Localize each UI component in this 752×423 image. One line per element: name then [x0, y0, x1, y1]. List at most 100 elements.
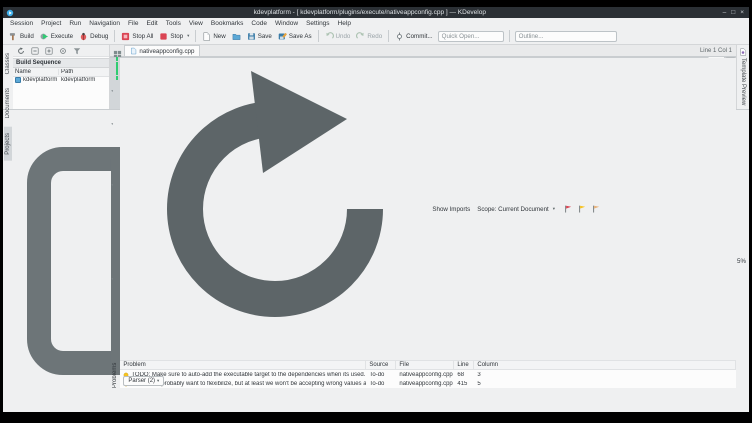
open-button[interactable] — [229, 31, 244, 42]
problem-row[interactable]: TODO: Make sure to auto-add the executab… — [120, 370, 736, 379]
problem-text: TODO: we probably want to flexibilize, b… — [131, 380, 367, 387]
save-icon — [247, 32, 256, 41]
expand-all-button[interactable] — [43, 46, 55, 56]
menu-tools[interactable]: Tools — [162, 20, 185, 27]
menu-settings[interactable]: Settings — [302, 20, 334, 27]
tab-label: nativeappconfig.cpp — [139, 47, 195, 55]
save-as-icon — [278, 32, 287, 41]
warning-flag-icon — [578, 205, 586, 213]
warnings-filter-button[interactable] — [576, 204, 588, 214]
redo-button[interactable]: Redo — [353, 31, 385, 42]
execute-button[interactable]: Execute — [37, 31, 76, 42]
problems-toolbar: Show Imports Scope: Current Document ▾ — [120, 58, 736, 361]
tab-nativeappconfig-cpp[interactable]: nativeappconfig.cpp — [124, 45, 201, 56]
scope-dropdown[interactable]: Scope: Current Document ▾ — [475, 205, 557, 214]
parser-dropdown-label: Parser (2) — [128, 378, 156, 384]
left-dock-strip: Classes Documents Projects — [3, 45, 13, 161]
column-header-file[interactable]: File — [396, 361, 455, 369]
commit-button[interactable]: Commit... — [392, 31, 435, 42]
locate-document-icon — [59, 47, 67, 55]
problem-column: 3 — [477, 371, 481, 378]
hints-filter-button[interactable] — [590, 204, 602, 214]
window-title: kdevplatform - [ kdevplatform/plugins/ex… — [253, 9, 486, 16]
parse-progress-label: 5% — [737, 257, 746, 265]
locate-document-button[interactable] — [57, 46, 69, 56]
dock-tab-classes[interactable]: Classes — [4, 47, 12, 80]
severity-filters — [562, 204, 602, 214]
quick-open-field[interactable]: Quick Open... — [437, 30, 504, 42]
menu-navigation[interactable]: Navigation — [85, 20, 124, 27]
column-header-line[interactable]: Line — [454, 361, 475, 369]
save-as-button[interactable]: Save As — [275, 31, 315, 42]
collapse-all-button[interactable] — [29, 46, 41, 56]
problems-panel: Problems Show Imports Scope: Current Doc… — [110, 57, 736, 388]
problem-line: 415 — [457, 380, 468, 387]
dock-tab-projects[interactable]: Projects — [4, 126, 12, 161]
modified-line-marker — [116, 57, 118, 62]
reload-button[interactable] — [15, 46, 27, 56]
outline-field[interactable]: Outline... — [514, 30, 617, 42]
error-flag-icon — [564, 205, 572, 213]
close-button[interactable]: × — [740, 9, 744, 16]
build-seq-column-path[interactable]: Path — [59, 69, 109, 75]
problem-file: nativeappconfig.cpp — [399, 380, 453, 387]
stop-icon — [159, 32, 168, 41]
doc-switcher-icon[interactable] — [113, 46, 122, 59]
menu-window[interactable]: Window — [271, 20, 302, 27]
right-dock-strip: Template PreviewDocumentation — [736, 45, 749, 162]
problems-table-header: Problem Source File Line Column — [120, 361, 736, 370]
titlebar: kdevplatform - [ kdevplatform/plugins/ex… — [3, 7, 749, 18]
column-header-column[interactable]: Column — [474, 361, 736, 369]
kdevelop-window: kdevplatform - [ kdevplatform/plugins/ex… — [3, 7, 749, 412]
menu-bookmarks[interactable]: Bookmarks — [207, 20, 248, 27]
run-icon — [40, 32, 49, 41]
show-imports-toggle[interactable]: Show Imports — [430, 205, 472, 214]
errors-filter-button[interactable] — [562, 204, 574, 214]
toolbar-separator — [114, 30, 116, 42]
projects-toolbar — [13, 45, 110, 57]
toolbar-separator — [195, 30, 197, 42]
build-sequence-header: Build Sequence — [13, 58, 110, 68]
problem-line: 68 — [457, 371, 465, 378]
main-content: Classes Documents Projects ▸bazaar▸classbr… — [3, 45, 749, 388]
problem-row[interactable]: TODO: we probably want to flexibilize, b… — [120, 379, 736, 388]
toolbar-separator — [317, 30, 319, 42]
problems-rows: TODO: Make sure to auto-add the executab… — [120, 370, 736, 388]
new-file-icon — [202, 31, 211, 41]
undo-button[interactable]: Undo — [322, 31, 354, 42]
debug-button[interactable]: Debug — [76, 31, 111, 42]
expand-all-icon — [45, 46, 53, 55]
editor-tab-bar: nativeappconfig.cpp Line 1 Col 1 — [110, 45, 736, 59]
menu-session[interactable]: Session — [6, 20, 37, 27]
minimize-button[interactable]: – — [723, 9, 727, 16]
parser-dropdown[interactable]: Parser (2) ▾ — [123, 376, 165, 386]
stop-button[interactable]: Stop ▾ — [156, 31, 192, 42]
filter-button[interactable] — [71, 46, 83, 56]
problems-vertical-label: Problems — [112, 362, 119, 388]
dock-tab-template-preview[interactable]: Template Preview — [739, 45, 747, 108]
menu-edit[interactable]: Edit — [143, 20, 162, 27]
menu-view[interactable]: View — [185, 20, 207, 27]
hammer-icon — [9, 32, 18, 41]
dock-tab-documents[interactable]: Documents — [4, 82, 12, 124]
menu-help[interactable]: Help — [334, 20, 355, 27]
column-header-problem[interactable]: Problem — [120, 361, 367, 369]
editor-area: nativeappconfig.cpp Line 1 Col 1 ▾▾▾▾ QL… — [110, 45, 736, 388]
menu-run[interactable]: Run — [65, 20, 85, 27]
new-button[interactable]: New — [199, 31, 228, 42]
filter-icon — [73, 47, 81, 55]
problem-source: To-do — [369, 371, 385, 378]
menu-code[interactable]: Code — [247, 20, 271, 27]
scope-dropdown-label: Scope: Current Document — [477, 205, 549, 213]
column-header-source[interactable]: Source — [366, 361, 397, 369]
reload-icon[interactable] — [123, 58, 427, 360]
menu-file[interactable]: File — [124, 20, 142, 27]
build-seq-column-name[interactable]: Name — [13, 69, 59, 75]
window-controls: – □ × — [723, 9, 744, 16]
cursor-position: Line 1 Col 1 — [699, 47, 732, 54]
stop-all-button[interactable]: Stop All — [118, 31, 156, 42]
maximize-button[interactable]: □ — [731, 9, 735, 16]
menu-project[interactable]: Project — [37, 20, 65, 27]
build-button[interactable]: Build — [6, 31, 37, 42]
save-button[interactable]: Save — [244, 31, 275, 42]
